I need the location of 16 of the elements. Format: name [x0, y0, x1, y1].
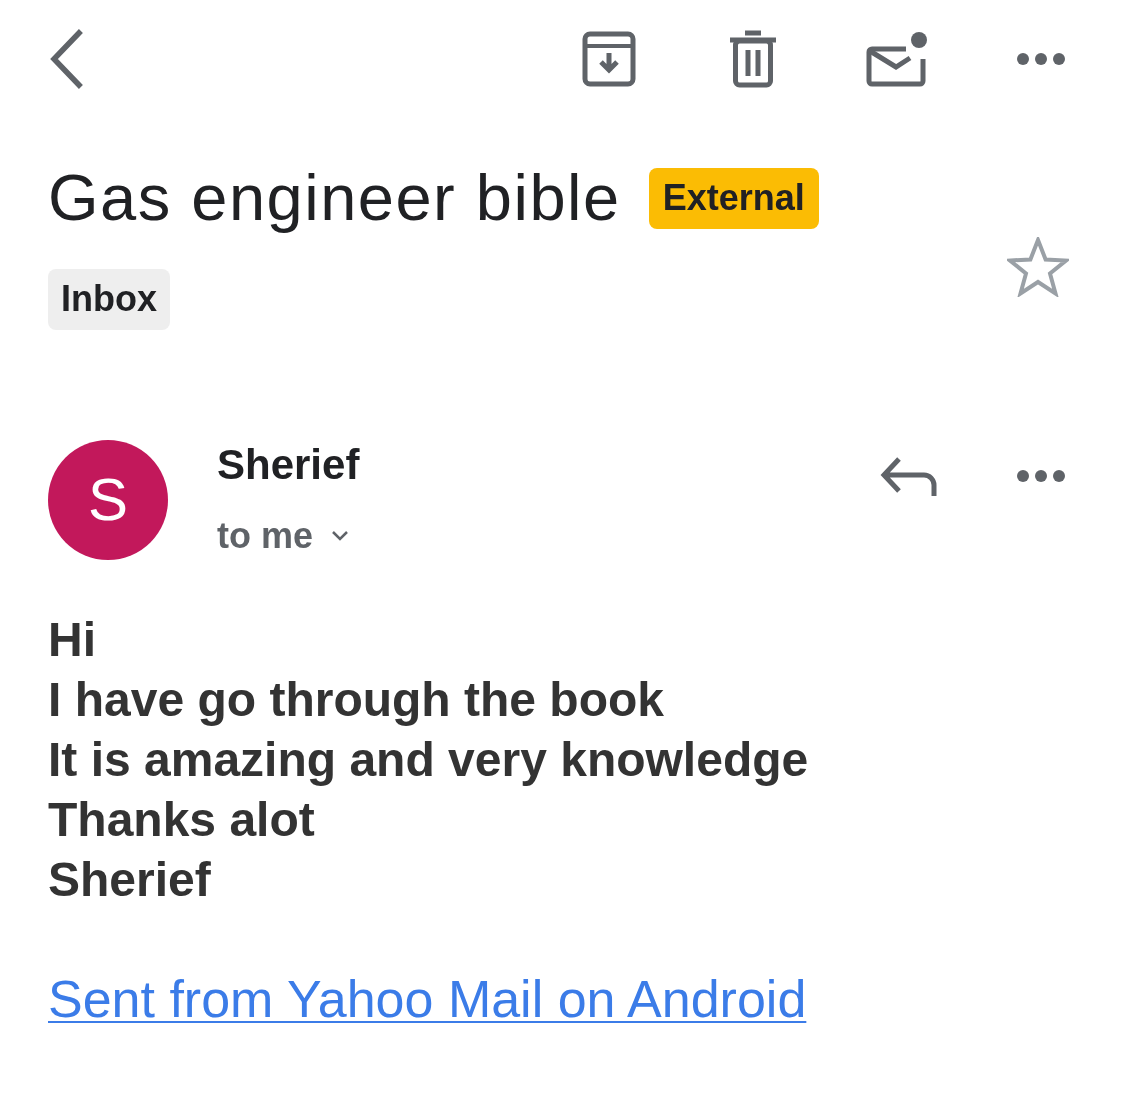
chevron-left-icon	[48, 29, 84, 89]
sender-name: Sherief	[217, 440, 360, 488]
recipients-toggle[interactable]: to me	[217, 514, 349, 558]
archive-icon	[582, 31, 636, 87]
signature-link[interactable]: Sent from Yahoo Mail on Android	[48, 969, 807, 1028]
more-icon	[1017, 469, 1065, 482]
external-tag: External	[648, 167, 819, 229]
message-body: Hi I have go through the book It is amazing and very knowledge Thanks alot Sherief	[48, 611, 810, 908]
trash-icon	[729, 30, 777, 88]
mail-dot-icon	[866, 31, 928, 87]
chevron-down-icon	[331, 530, 349, 542]
email-subject: Gas engineer bible	[48, 161, 621, 236]
more-icon	[1017, 53, 1065, 65]
label-chip: Inbox	[48, 268, 170, 330]
star-icon[interactable]	[1007, 237, 1069, 297]
sender-avatar: S	[48, 439, 168, 560]
